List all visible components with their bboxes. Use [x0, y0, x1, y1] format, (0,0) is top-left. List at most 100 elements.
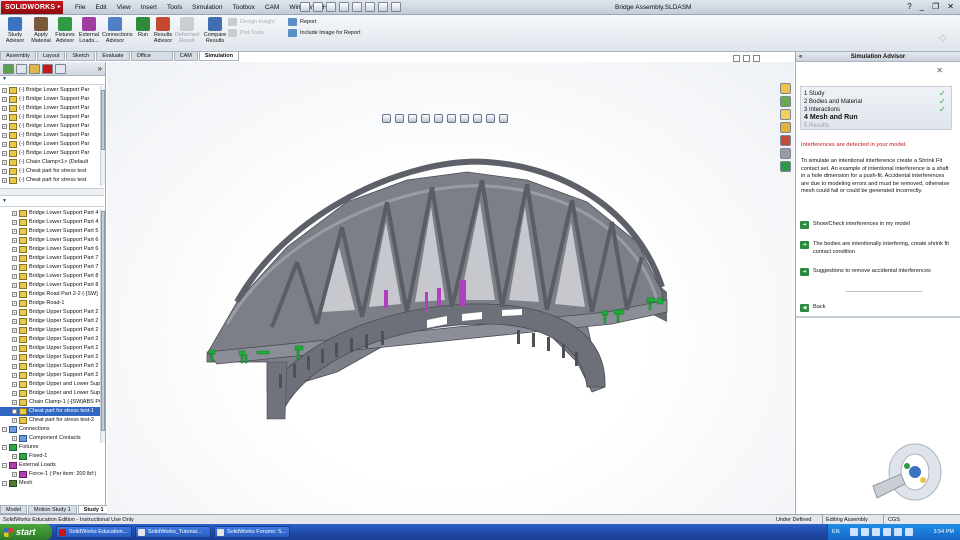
- study-component-contacts[interactable]: + Component Contacts: [0, 434, 104, 443]
- expand-pane-icon[interactable]: »: [98, 64, 102, 73]
- study-part-item[interactable]: + Bridge Upper Support Part 2: [0, 317, 104, 326]
- tray-security-icon[interactable]: [872, 528, 880, 536]
- menu-file[interactable]: File: [70, 0, 90, 15]
- menu-toolbox[interactable]: Toolbox: [227, 0, 259, 15]
- advisor-step-1[interactable]: 1 Study: [804, 90, 824, 98]
- design-insight-button[interactable]: Design Insight: [228, 18, 275, 26]
- save-icon[interactable]: [326, 2, 336, 12]
- tab-cam[interactable]: CAM: [173, 52, 198, 61]
- task-pane-close-button[interactable]: ✕: [936, 66, 943, 75]
- open-icon[interactable]: [313, 2, 323, 12]
- section-view-icon[interactable]: [421, 114, 430, 123]
- expand-icon[interactable]: +: [12, 454, 17, 459]
- expand-icon[interactable]: −: [2, 481, 7, 486]
- scene-icon[interactable]: [486, 114, 495, 123]
- expand-icon[interactable]: +: [12, 319, 17, 324]
- apply-material-button[interactable]: Apply Material: [28, 17, 54, 44]
- advisor-step-3[interactable]: 3 Interactions: [804, 106, 840, 114]
- expand-icon[interactable]: +: [12, 346, 17, 351]
- study-external-loads[interactable]: − External Loads: [0, 461, 104, 470]
- fixtures-advisor-button[interactable]: Fixtures Advisor: [52, 17, 78, 44]
- expand-icon[interactable]: +: [2, 88, 7, 93]
- expand-icon[interactable]: +: [12, 274, 17, 279]
- study-part-item[interactable]: + Chain Clamp-1 (-[SW]ABS PC: [0, 398, 104, 407]
- expand-icon[interactable]: +: [2, 133, 7, 138]
- viewport-close-icon[interactable]: [753, 55, 760, 62]
- tray-app2-icon[interactable]: [905, 528, 913, 536]
- study-part-item[interactable]: + Bridge Lower Support Part 7: [0, 263, 104, 272]
- report-button[interactable]: Report: [288, 18, 317, 26]
- advisor-step-5[interactable]: 5 Results: [804, 122, 829, 130]
- tree-item[interactable]: + (-) Bridge Lower Support Par: [0, 86, 104, 95]
- file-explorer-tab-icon[interactable]: [780, 109, 791, 120]
- appearances-tab-icon[interactable]: [780, 135, 791, 146]
- tab-sketch[interactable]: Sketch: [66, 52, 96, 61]
- tree-item[interactable]: + (-) Bridge Lower Support Par: [0, 122, 104, 131]
- expand-icon[interactable]: +: [12, 355, 17, 360]
- expand-icon[interactable]: +: [12, 337, 17, 342]
- advisor-step-4[interactable]: 4 Mesh and Run: [804, 114, 858, 122]
- study-part-item[interactable]: + Bridge Upper Support Part 2: [0, 362, 104, 371]
- expand-icon[interactable]: +: [12, 229, 17, 234]
- select-icon[interactable]: [365, 2, 375, 12]
- tree-item[interactable]: + (-) Bridge Lower Support Par: [0, 95, 104, 104]
- custom-properties-tab-icon[interactable]: [780, 148, 791, 159]
- expand-icon[interactable]: +: [12, 400, 17, 405]
- expand-icon[interactable]: +: [12, 472, 17, 477]
- solidworks-logo[interactable]: SOLIDWORKS ▸: [1, 1, 63, 14]
- expand-icon[interactable]: +: [2, 97, 7, 102]
- study-part-item[interactable]: + Bridge Lower Support Part 6: [0, 245, 104, 254]
- remove-interferences-link[interactable]: Suggestions to remove accidental interfe…: [800, 268, 952, 276]
- appearance-icon[interactable]: [473, 114, 482, 123]
- tree-item[interactable]: + (-) Bridge Lower Support Par: [0, 104, 104, 113]
- expand-icon[interactable]: −: [2, 427, 7, 432]
- expand-icon[interactable]: −: [2, 445, 7, 450]
- expand-icon[interactable]: +: [2, 178, 7, 183]
- simulation-advisor-tab-icon[interactable]: [780, 161, 791, 172]
- expand-icon[interactable]: −: [2, 463, 7, 468]
- study-part-item[interactable]: + Bridge Lower Support Part 4: [0, 218, 104, 227]
- expand-icon[interactable]: +: [12, 391, 17, 396]
- tree-item[interactable]: + (-) Bridge Lower Support Par: [0, 113, 104, 122]
- logo-arrow-icon[interactable]: ▸: [58, 1, 61, 14]
- view-palette-tab-icon[interactable]: [780, 122, 791, 133]
- feature-tree-tab-icon[interactable]: [3, 64, 14, 74]
- expand-icon[interactable]: +: [2, 106, 7, 111]
- deformed-result-button[interactable]: Deformed Result: [174, 17, 200, 44]
- expand-icon[interactable]: +: [12, 409, 17, 414]
- expand-icon[interactable]: +: [2, 142, 7, 147]
- expand-icon[interactable]: +: [12, 283, 17, 288]
- study-part-item[interactable]: + Bridge Upper Support Part 2: [0, 326, 104, 335]
- expand-icon[interactable]: +: [2, 151, 7, 156]
- study-part-item[interactable]: + Bridge Road Part 2-2 (-[SW]: [0, 290, 104, 299]
- graphics-area[interactable]: Y X Z: [107, 62, 794, 514]
- external-loads-button[interactable]: External Loads...: [76, 17, 102, 44]
- expand-icon[interactable]: +: [12, 373, 17, 378]
- expand-icon[interactable]: +: [12, 265, 17, 270]
- study-advisor-button[interactable]: Study Advisor: [2, 17, 28, 44]
- feature-tree-scrollbar[interactable]: [100, 86, 105, 186]
- study-mesh[interactable]: − Mesh: [0, 479, 104, 488]
- simulation-tab-icon[interactable]: [42, 64, 53, 74]
- tray-update-icon[interactable]: [883, 528, 891, 536]
- study-part-item[interactable]: + Bridge Upper Support Part 2: [0, 371, 104, 380]
- expand-icon[interactable]: +: [2, 124, 7, 129]
- taskbar-item-tutorial[interactable]: SolidWorks_Tutorial...: [135, 526, 211, 538]
- hide-show-icon[interactable]: [460, 114, 469, 123]
- tree-item[interactable]: + (-) Cheat part for stress test: [0, 176, 104, 185]
- viewport-tile-icon[interactable]: [733, 55, 740, 62]
- collapse-pane-icon[interactable]: «: [799, 52, 802, 62]
- results-advisor-button[interactable]: Results Advisor: [150, 17, 176, 44]
- print-icon[interactable]: [339, 2, 349, 12]
- menu-view[interactable]: View: [112, 0, 136, 15]
- expand-icon[interactable]: +: [12, 382, 17, 387]
- display-style-icon[interactable]: [447, 114, 456, 123]
- tray-network-icon[interactable]: [850, 528, 858, 536]
- language-indicator[interactable]: EN: [832, 524, 840, 540]
- compare-results-button[interactable]: Compare Results: [202, 17, 228, 44]
- study-part-item[interactable]: + Bridge Lower Support Part 6: [0, 236, 104, 245]
- menu-tools[interactable]: Tools: [162, 0, 187, 15]
- show-interferences-link[interactable]: Show/Check interferences in my model: [800, 221, 952, 229]
- menu-cam[interactable]: CAM: [260, 0, 284, 15]
- connections-advisor-button[interactable]: Connections Advisor: [102, 17, 133, 44]
